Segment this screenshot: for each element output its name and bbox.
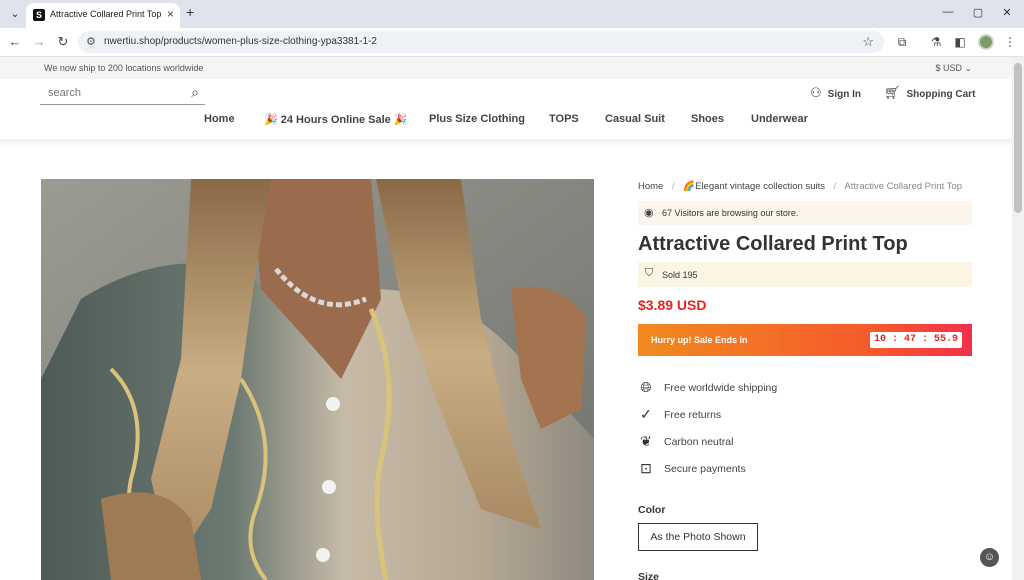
feature-label: Carbon neutral bbox=[664, 436, 734, 448]
color-option-button[interactable]: As the Photo Shown bbox=[638, 523, 758, 551]
back-arrow-icon[interactable]: ← bbox=[6, 34, 24, 49]
site-settings-icon[interactable]: ⚙ bbox=[86, 35, 96, 48]
browser-toolbar: ← → ↻ ⚙ nwertiu.shop/products/women-plus… bbox=[0, 28, 1024, 57]
sign-in-label: Sign In bbox=[827, 89, 861, 100]
globe-icon: 🌐︎ bbox=[640, 379, 652, 395]
address-bar[interactable]: ⚙ nwertiu.shop/products/women-plus-size-… bbox=[78, 31, 884, 53]
sign-in-link[interactable]: ⚇ Sign In bbox=[810, 85, 861, 101]
reload-icon[interactable]: ↻ bbox=[54, 34, 72, 50]
browser-tab-bar: ⌄ S Attractive Collared Print Top × + — … bbox=[0, 0, 1024, 28]
cart-label: Shopping Cart bbox=[906, 89, 976, 100]
nav-item-tops[interactable]: TOPS bbox=[549, 113, 579, 125]
floating-help-icon[interactable]: ☺ bbox=[980, 548, 999, 567]
sold-text: Sold 195 bbox=[662, 270, 698, 280]
shopping-bag-icon: ⛉ bbox=[645, 267, 654, 279]
breadcrumb-collection[interactable]: 🌈Elegant vintage collection suits bbox=[683, 181, 825, 192]
shopping-cart-link[interactable]: 🛒︎ Shopping Cart bbox=[884, 85, 975, 101]
sold-count-badge: ⛉ Sold 195 bbox=[638, 262, 972, 287]
announcement-bar: We now ship to 200 locations worldwide $… bbox=[0, 57, 1012, 79]
page-scrollbar[interactable] bbox=[1012, 57, 1024, 580]
nav-item-shoes[interactable]: Shoes bbox=[691, 113, 724, 125]
product-image[interactable] bbox=[41, 179, 594, 580]
search-input[interactable] bbox=[48, 85, 178, 101]
lock-icon: ⊡ bbox=[640, 460, 652, 476]
breadcrumb-current: Attractive Collared Print Top bbox=[844, 181, 962, 192]
currency-selector[interactable]: $ USD ⌄ bbox=[935, 63, 972, 74]
countdown-timer: 10 : 47 : 55.9 bbox=[869, 332, 962, 348]
sale-text: Hurry up! Sale Ends in bbox=[651, 335, 748, 345]
visitors-notice: ◉ 67 Visitors are browsing our store. bbox=[638, 201, 972, 225]
window-close-icon[interactable]: ✕ bbox=[997, 6, 1017, 19]
user-icon: ⚇ bbox=[810, 85, 822, 100]
browser-tab[interactable]: S Attractive Collared Print Top × bbox=[26, 3, 180, 28]
breadcrumb-separator: / bbox=[671, 181, 675, 192]
profile-avatar[interactable] bbox=[978, 34, 994, 50]
leaf-icon: ❦ bbox=[640, 433, 652, 449]
breadcrumb: Home / 🌈Elegant vintage collection suits… bbox=[638, 181, 962, 192]
sale-countdown-bar: Hurry up! Sale Ends in 10 : 47 : 55.9 bbox=[638, 324, 972, 356]
maximize-icon[interactable]: ▢ bbox=[968, 6, 988, 19]
search-icon[interactable]: ⌕ bbox=[191, 84, 199, 101]
nav-item-plus-size-clothing[interactable]: Plus Size Clothing bbox=[429, 113, 525, 125]
main-navigation: Home 🎉 24 Hours Online Sale 🎉 Plus Size … bbox=[0, 113, 1012, 139]
feature-item: ❦ Carbon neutral bbox=[638, 433, 858, 451]
feature-label: Free returns bbox=[664, 409, 722, 421]
nav-item-casual-suit[interactable]: Casual Suit bbox=[605, 113, 665, 125]
tab-search-chevron-icon[interactable]: ⌄ bbox=[6, 5, 24, 23]
nav-item-underwear[interactable]: Underwear bbox=[751, 113, 808, 125]
color-label: Color bbox=[638, 504, 666, 516]
nav-item-online-sale[interactable]: 🎉 24 Hours Online Sale 🎉 bbox=[264, 113, 408, 126]
check-circle-icon: ✓ bbox=[640, 406, 652, 422]
breadcrumb-separator: / bbox=[833, 181, 837, 192]
product-price: $3.89 USD bbox=[638, 297, 707, 313]
feature-label: Secure payments bbox=[664, 463, 746, 475]
web-page: We now ship to 200 locations worldwide $… bbox=[0, 57, 1012, 580]
product-title: Attractive Collared Print Top bbox=[638, 233, 908, 255]
scrollbar-thumb[interactable] bbox=[1014, 63, 1022, 213]
eye-icon: ◉ bbox=[644, 207, 654, 219]
forward-arrow-icon[interactable]: → bbox=[30, 34, 48, 49]
feature-item: ⊡ Secure payments bbox=[638, 460, 858, 478]
feature-item: 🌐︎ Free worldwide shipping bbox=[638, 379, 858, 397]
tab-close-icon[interactable]: × bbox=[167, 7, 174, 21]
side-panel-icon[interactable]: ◧ bbox=[952, 35, 968, 49]
visitors-text: 67 Visitors are browsing our store. bbox=[662, 208, 799, 218]
product-photo-illustration bbox=[41, 179, 594, 580]
breadcrumb-home[interactable]: Home bbox=[638, 181, 663, 192]
url-text[interactable]: nwertiu.shop/products/women-plus-size-cl… bbox=[104, 36, 377, 47]
announcement-text: We now ship to 200 locations worldwide bbox=[44, 63, 204, 73]
header-divider bbox=[0, 139, 1012, 147]
feature-label: Free worldwide shipping bbox=[664, 382, 778, 394]
bookmark-star-icon[interactable]: ☆ bbox=[862, 34, 874, 50]
feature-item: ✓ Free returns bbox=[638, 406, 858, 424]
search-box: ⌕ bbox=[40, 81, 205, 105]
nav-item-home[interactable]: Home bbox=[204, 113, 235, 125]
cart-icon: 🛒︎ bbox=[884, 85, 901, 100]
lab-flask-icon[interactable]: ⚗ bbox=[928, 35, 944, 49]
extensions-puzzle-icon[interactable]: ⧉ bbox=[894, 35, 910, 50]
site-favicon-icon: S bbox=[33, 9, 45, 21]
tab-title: Attractive Collared Print Top bbox=[50, 9, 162, 19]
size-label: Size bbox=[638, 571, 660, 580]
new-tab-plus-icon[interactable]: + bbox=[186, 4, 194, 20]
minimize-icon[interactable]: — bbox=[938, 6, 958, 18]
browser-menu-icon[interactable]: ⋮ bbox=[1002, 35, 1018, 49]
